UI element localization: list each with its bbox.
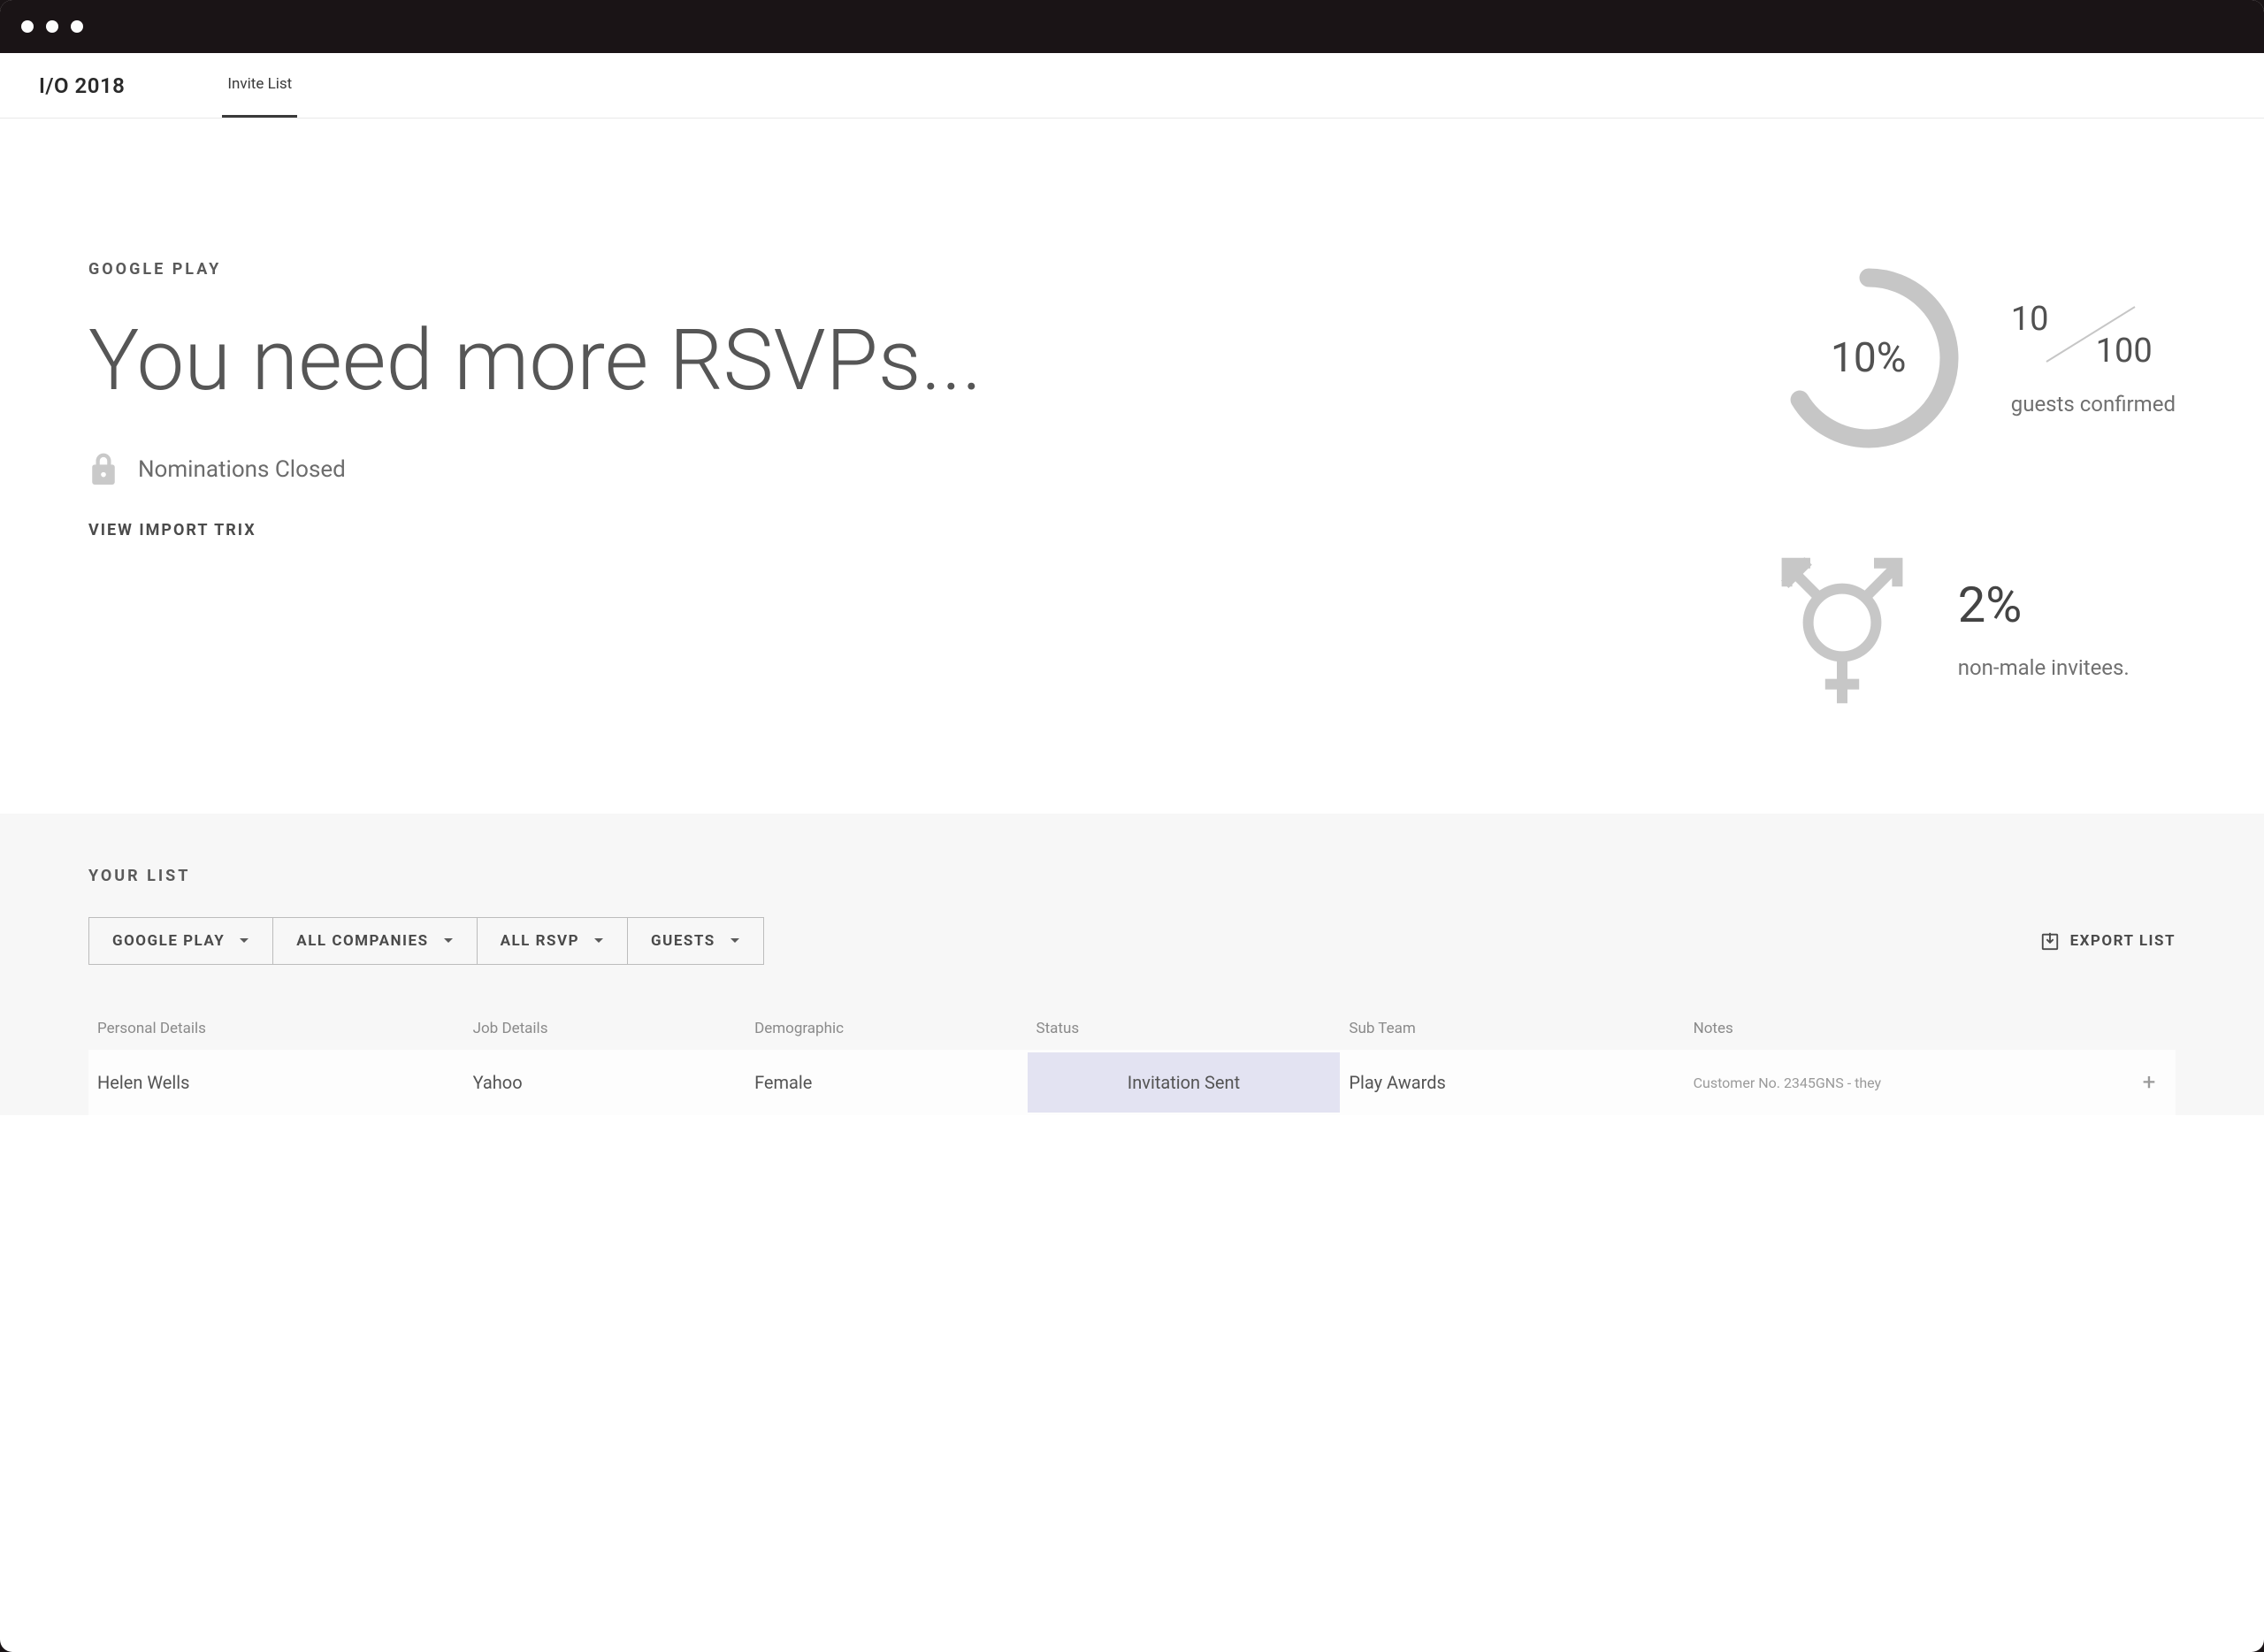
cell-subteam: Play Awards (1340, 1052, 1684, 1113)
filter-guests[interactable]: GUESTS (628, 917, 764, 965)
col-demographic: Demographic (746, 1007, 1027, 1050)
filter-all-rsvp[interactable]: ALL RSVP (478, 917, 628, 965)
filter-label: GOOGLE PLAY (112, 932, 225, 950)
progress-fraction: 10 100 (2011, 300, 2153, 371)
list-title: YOUR LIST (88, 867, 2176, 885)
gender-icon (1776, 548, 1908, 707)
fraction-denominator: 100 (2096, 332, 2153, 371)
export-list-button[interactable]: EXPORT LIST (2040, 931, 2176, 951)
top-nav: I/O 2018 Invite List (0, 53, 2264, 119)
view-import-trix-link[interactable]: VIEW IMPORT TRIX (88, 521, 1670, 539)
list-toolbar: GOOGLE PLAY ALL COMPANIES ALL RSVP GUEST… (88, 917, 2176, 965)
hero-section: GOOGLE PLAY You need more RSVPs... Nomin… (0, 119, 2264, 814)
filter-label: ALL RSVP (501, 932, 579, 950)
hero-headline: You need more RSVPs... (88, 314, 1670, 409)
col-personal: Personal Details (88, 1007, 464, 1050)
stat-progress: 10% 10 100 guests confirmed (1776, 265, 2176, 451)
stat-diversity: 2% non-male invitees. (1776, 548, 2176, 707)
chevron-down-icon (730, 937, 740, 945)
filter-group: GOOGLE PLAY ALL COMPANIES ALL RSVP GUEST… (88, 917, 764, 965)
cell-personal: Helen Wells (88, 1052, 464, 1113)
traffic-minimize-icon[interactable] (46, 20, 58, 33)
diversity-caption: non-male invitees. (1958, 655, 2130, 680)
filter-google-play[interactable]: GOOGLE PLAY (88, 917, 273, 965)
diversity-percent: 2% (1958, 576, 2130, 634)
nominations-status: Nominations Closed (88, 452, 1670, 487)
traffic-zoom-icon[interactable] (71, 20, 83, 33)
col-subteam: Sub Team (1340, 1007, 1684, 1050)
export-icon (2040, 931, 2060, 951)
filter-label: GUESTS (651, 932, 715, 950)
guest-table: Personal Details Job Details Demographic… (88, 1007, 2176, 1115)
list-section: YOUR LIST GOOGLE PLAY ALL COMPANIES ALL … (0, 814, 2264, 1115)
col-job: Job Details (464, 1007, 746, 1050)
window-titlebar (0, 0, 2264, 53)
chevron-down-icon (239, 937, 249, 945)
chevron-down-icon (443, 937, 454, 945)
row-add-button[interactable]: + (2122, 1050, 2176, 1115)
progress-ring: 10% (1776, 265, 1962, 451)
tab-invite-list[interactable]: Invite List (222, 53, 297, 118)
export-label: EXPORT LIST (2070, 932, 2176, 950)
cell-notes: Customer No. 2345GNS - they (1685, 1055, 2122, 1111)
cell-job: Yahoo (464, 1052, 746, 1113)
table-header: Personal Details Job Details Demographic… (88, 1007, 2176, 1050)
lock-icon (88, 452, 119, 487)
hero-eyebrow: GOOGLE PLAY (88, 260, 1670, 279)
progress-percent: 10% (1776, 265, 1962, 451)
nominations-label: Nominations Closed (138, 456, 346, 483)
traffic-close-icon[interactable] (21, 20, 34, 33)
progress-caption: guests confirmed (2011, 392, 2176, 417)
cell-demographic: Female (746, 1052, 1027, 1113)
col-status: Status (1028, 1007, 1341, 1050)
table-row[interactable]: Helen Wells Yahoo Female Invitation Sent… (88, 1050, 2176, 1115)
filter-all-companies[interactable]: ALL COMPANIES (273, 917, 477, 965)
app-brand: I/O 2018 (39, 53, 125, 118)
col-notes: Notes (1685, 1007, 2122, 1050)
cell-status: Invitation Sent (1028, 1052, 1341, 1113)
nav-tabs: Invite List (222, 53, 297, 118)
filter-label: ALL COMPANIES (296, 932, 428, 950)
chevron-down-icon (593, 937, 604, 945)
